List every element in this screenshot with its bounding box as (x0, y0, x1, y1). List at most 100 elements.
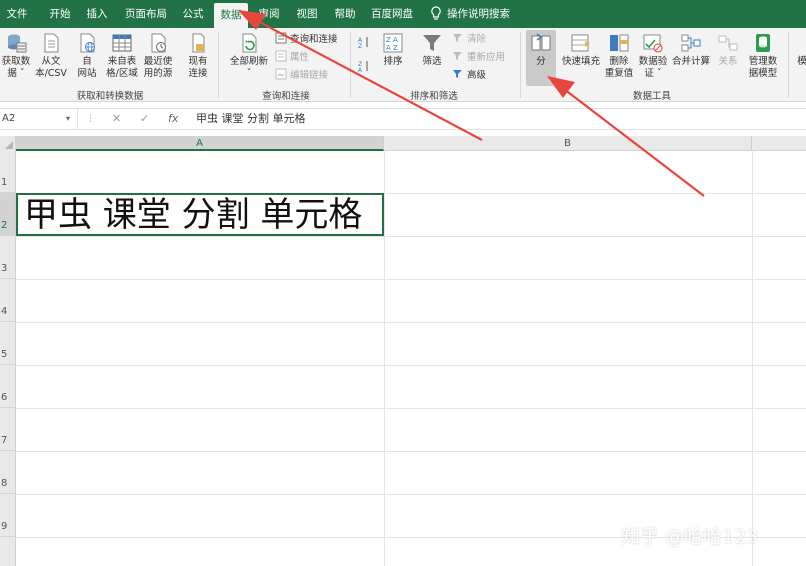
relationships-label: 关系 (718, 56, 738, 67)
advanced-filter-icon (453, 70, 462, 78)
row-number: 6 (1, 392, 8, 403)
cell-a2-text: 甲虫 课堂 分割 单元格 (24, 195, 363, 235)
remove-duplicates-button[interactable]: 删除 重复值 (602, 30, 636, 86)
properties-icon (275, 50, 287, 62)
from-text-csv-button[interactable]: 从文 本/CSV (32, 30, 70, 86)
svg-text:Z: Z (358, 43, 362, 48)
row-header-6[interactable]: 6 (0, 365, 16, 408)
web-page-icon (80, 33, 95, 53)
properties-button[interactable]: 属性 (275, 50, 309, 66)
group-label-data-tools: 数据工具 (632, 91, 671, 102)
reapply-button[interactable]: 重新应用 (452, 50, 505, 66)
cancel-icon[interactable]: ✕ (112, 109, 121, 129)
group-separator (520, 32, 521, 98)
flash-fill-button[interactable]: 快速填充 (560, 30, 602, 86)
name-box-dropdown-icon[interactable]: ▾ (66, 109, 70, 129)
row-header-7[interactable]: 7 (0, 408, 16, 451)
tab-file[interactable]: 文件 (0, 0, 34, 28)
watermark: 知乎 @哈哈123 (621, 526, 759, 548)
select-all-corner[interactable] (0, 136, 16, 151)
filter-button[interactable]: 筛选 (416, 30, 448, 86)
queries-icon (275, 32, 287, 44)
clear-filter-button[interactable]: 清除 (452, 32, 486, 48)
ribbon: 获取数 据 ˇ 从文 本/CSV 自 网站 来自表 格/区域 最近使 用的源 现… (0, 28, 806, 102)
data-validation-icon (643, 34, 663, 53)
sort-ascending-icon: AZ (358, 37, 368, 48)
manage-data-model-label: 管理数 据模型 (748, 56, 778, 79)
tab-review[interactable]: 审阅 (252, 0, 286, 28)
text-file-icon (44, 33, 59, 53)
refresh-all-button[interactable]: 全部刷新 ˇ (226, 30, 272, 86)
gridline (16, 279, 806, 280)
gridline (16, 408, 806, 409)
row-header-9[interactable]: 9 (0, 494, 16, 537)
tab-baidu-netdisk[interactable]: 百度网盘 (366, 0, 418, 28)
recent-file-icon (151, 33, 166, 53)
edit-links-button[interactable]: 编辑链接 (275, 68, 328, 84)
tab-insert[interactable]: 插入 (80, 0, 114, 28)
sort-label: 排序 (383, 56, 403, 67)
sort-button[interactable]: Z AA Z 排序 (376, 30, 410, 86)
row-header-4[interactable]: 4 (0, 279, 16, 322)
sort-az-button[interactable]: AZ (358, 36, 373, 52)
text-to-columns-icon (531, 33, 551, 51)
tab-page-layout[interactable]: 页面布局 (120, 0, 172, 28)
sort-za-button[interactable]: ZA (358, 60, 373, 76)
consolidate-button[interactable]: 合并计算 (670, 30, 712, 86)
tab-home[interactable]: 开始 (42, 0, 78, 28)
existing-connections-button[interactable]: 现有 连接 (182, 30, 214, 86)
group-separator (350, 32, 351, 98)
name-box-value: A2 (2, 113, 16, 124)
spreadsheet-grid: A B 1 2 3 4 5 6 7 8 9 甲虫 课堂 分割 单元格 (0, 136, 806, 566)
column-header-b[interactable]: B (384, 136, 752, 151)
database-icon (8, 34, 27, 53)
svg-text:Z A: Z A (386, 36, 398, 44)
tab-view[interactable]: 视图 (290, 0, 324, 28)
row-header-8[interactable]: 8 (0, 451, 16, 494)
from-table-range-button[interactable]: 来自表 格/区域 (104, 30, 140, 86)
sort-dialog-icon: Z AA Z (383, 33, 403, 53)
get-data-button[interactable]: 获取数 据 ˇ (0, 30, 32, 86)
recent-sources-button[interactable]: 最近使 用的源 (140, 30, 176, 86)
filter-label: 筛选 (422, 56, 442, 67)
connections-icon (192, 33, 205, 53)
tell-me-search[interactable]: 操作说明搜索 (430, 0, 510, 28)
row-number: 9 (1, 521, 8, 532)
row-header-10[interactable] (0, 537, 16, 566)
gridline (16, 322, 806, 323)
manage-data-model-button[interactable]: 管理数 据模型 (744, 30, 782, 86)
row-header-5[interactable]: 5 (0, 322, 16, 365)
tab-data[interactable]: 数据 (214, 3, 248, 28)
recent-sources-label: 最近使 用的源 (143, 56, 173, 79)
clear-filter-icon (453, 34, 462, 42)
column-header-a[interactable]: A (16, 136, 384, 151)
row-header-1[interactable]: 1 (0, 151, 16, 193)
advanced-filter-button[interactable]: 高级 (452, 68, 486, 84)
queries-connections-button[interactable]: 查询和连接 (275, 32, 338, 48)
remove-duplicates-label: 删除 重复值 (604, 56, 634, 79)
text-to-columns-button[interactable]: 分 (526, 30, 556, 86)
from-web-button[interactable]: 自 网站 (72, 30, 102, 86)
row-header-3[interactable]: 3 (0, 236, 16, 279)
formula-bar: A2 ▾ ⋮ ✕ ✓ fx 甲虫 课堂 分割 单元格 (0, 108, 806, 130)
insert-function-icon[interactable]: fx (168, 109, 178, 129)
data-validation-button[interactable]: 数据验 证 ˇ (636, 30, 670, 86)
row-header-2[interactable]: 2 (0, 193, 16, 236)
partial-next-label: 模 (797, 56, 806, 67)
table-icon (112, 34, 132, 52)
existing-connections-label: 现有 连接 (188, 56, 208, 79)
group-separator (788, 32, 789, 98)
formula-input[interactable]: 甲虫 课堂 分割 单元格 (196, 109, 306, 129)
tab-formulas[interactable]: 公式 (176, 0, 210, 28)
tab-help[interactable]: 帮助 (328, 0, 362, 28)
partial-next-group-button[interactable]: 模 (792, 30, 806, 86)
consolidate-icon (681, 34, 701, 52)
filter-icon (423, 35, 441, 51)
advanced-filter-label: 高级 (467, 70, 487, 81)
group-separator (218, 32, 219, 98)
relationships-button[interactable]: 关系 (712, 30, 744, 86)
group-label-queries: 查询和连接 (262, 91, 310, 102)
refresh-icon (242, 33, 257, 53)
edit-links-label: 编辑链接 (290, 70, 329, 81)
enter-check-icon[interactable]: ✓ (140, 109, 149, 129)
